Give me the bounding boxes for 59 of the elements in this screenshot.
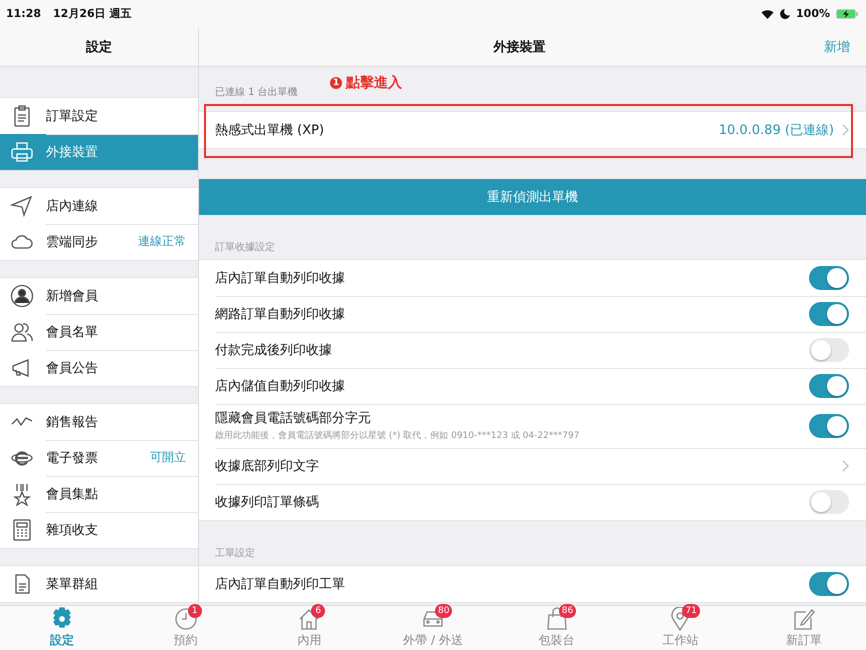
person-icon: [10, 284, 34, 308]
count-badge: 80: [435, 604, 452, 618]
toggle-switch[interactable]: [809, 338, 849, 362]
sidebar-item[interactable]: 雜項收支: [0, 512, 198, 548]
sidebar-item[interactable]: 電子發票 可開立: [0, 440, 198, 476]
wifi-icon: [761, 8, 774, 19]
toggle-switch[interactable]: [809, 302, 849, 326]
setting-label: 付款完成後列印收據: [215, 342, 332, 359]
status-time: 11:28: [6, 7, 42, 20]
count-badge: 1: [188, 604, 202, 618]
count-badge: 86: [558, 604, 576, 618]
sidebar-item[interactable]: 訂單設定: [0, 98, 198, 134]
annotation-text: 點擊進入: [346, 74, 402, 92]
setting-note: 啟用此功能後，會員電話號碼將部分以星號 (*) 取代，例如 0910-***123 或 04-22***797: [215, 430, 580, 442]
printer-row[interactable]: 熱感式出單機 (XP) 10.0.0.89 (已連線): [199, 112, 866, 148]
printer-icon: [10, 140, 34, 164]
section-header: 已連線 1 台出單機: [215, 86, 298, 99]
sidebar-item[interactable]: 菜單群組: [0, 566, 198, 602]
sidebar-item[interactable]: 店內連線: [0, 188, 198, 224]
sidebar-item[interactable]: 新增會員: [0, 278, 198, 314]
sidebar-title: 設定: [86, 38, 112, 56]
tab-item[interactable]: 6 內用: [247, 606, 372, 650]
count-badge: 6: [311, 604, 326, 618]
annotation-number: 1: [330, 76, 342, 89]
toggle-switch[interactable]: [809, 490, 849, 514]
setting-label: 收據底部列印文字: [215, 458, 319, 475]
toggle-switch[interactable]: [809, 266, 849, 290]
setting-label: 店內訂單自動列印收據: [215, 270, 345, 287]
section-header: 訂單收據設定: [215, 240, 275, 254]
count-badge: 71: [682, 604, 700, 618]
toggle-switch[interactable]: [809, 374, 849, 398]
setting-label: 隱藏會員電話號碼部分字元: [215, 410, 372, 428]
chevron-icon: [842, 124, 849, 136]
setting-label: 店內儲值自動列印收據: [215, 378, 345, 395]
clock-icon: [174, 607, 198, 631]
section-header: 工單設定: [215, 546, 255, 560]
send-icon: [10, 194, 34, 218]
tab-item[interactable]: 80 外帶 / 外送: [371, 606, 495, 650]
status-text: 可開立: [150, 449, 186, 466]
battery-icon: [836, 8, 858, 19]
setting-label: 網路訂單自動列印收據: [215, 306, 345, 323]
tab-item[interactable]: 71 工作站: [618, 606, 742, 650]
status-text: 連線正常: [138, 233, 186, 250]
toggle-switch[interactable]: [809, 572, 849, 596]
compose-icon: [792, 607, 816, 631]
tab-item[interactable]: 1 預約: [124, 606, 248, 650]
sidebar-item[interactable]: 會員名單: [0, 314, 198, 350]
setting-label: 收據列印訂單條碼: [215, 494, 319, 511]
sidebar-item[interactable]: 會員公告: [0, 350, 198, 386]
tab-item[interactable]: 86 包裝台: [494, 606, 619, 650]
toggle-switch[interactable]: [809, 414, 849, 438]
battery-percent: 100%: [796, 7, 830, 20]
sidebar-item[interactable]: 雲端同步 連線正常: [0, 224, 198, 260]
sidebar-item[interactable]: 會員集點: [0, 476, 198, 512]
setting-label: 店內訂單自動列印工單: [215, 576, 345, 593]
sidebar-item[interactable]: 銷售報告: [0, 404, 198, 440]
moon-icon: [780, 8, 790, 19]
page-title: 外接裝置: [494, 38, 546, 56]
status-date: 12月26日 週五: [53, 6, 132, 22]
